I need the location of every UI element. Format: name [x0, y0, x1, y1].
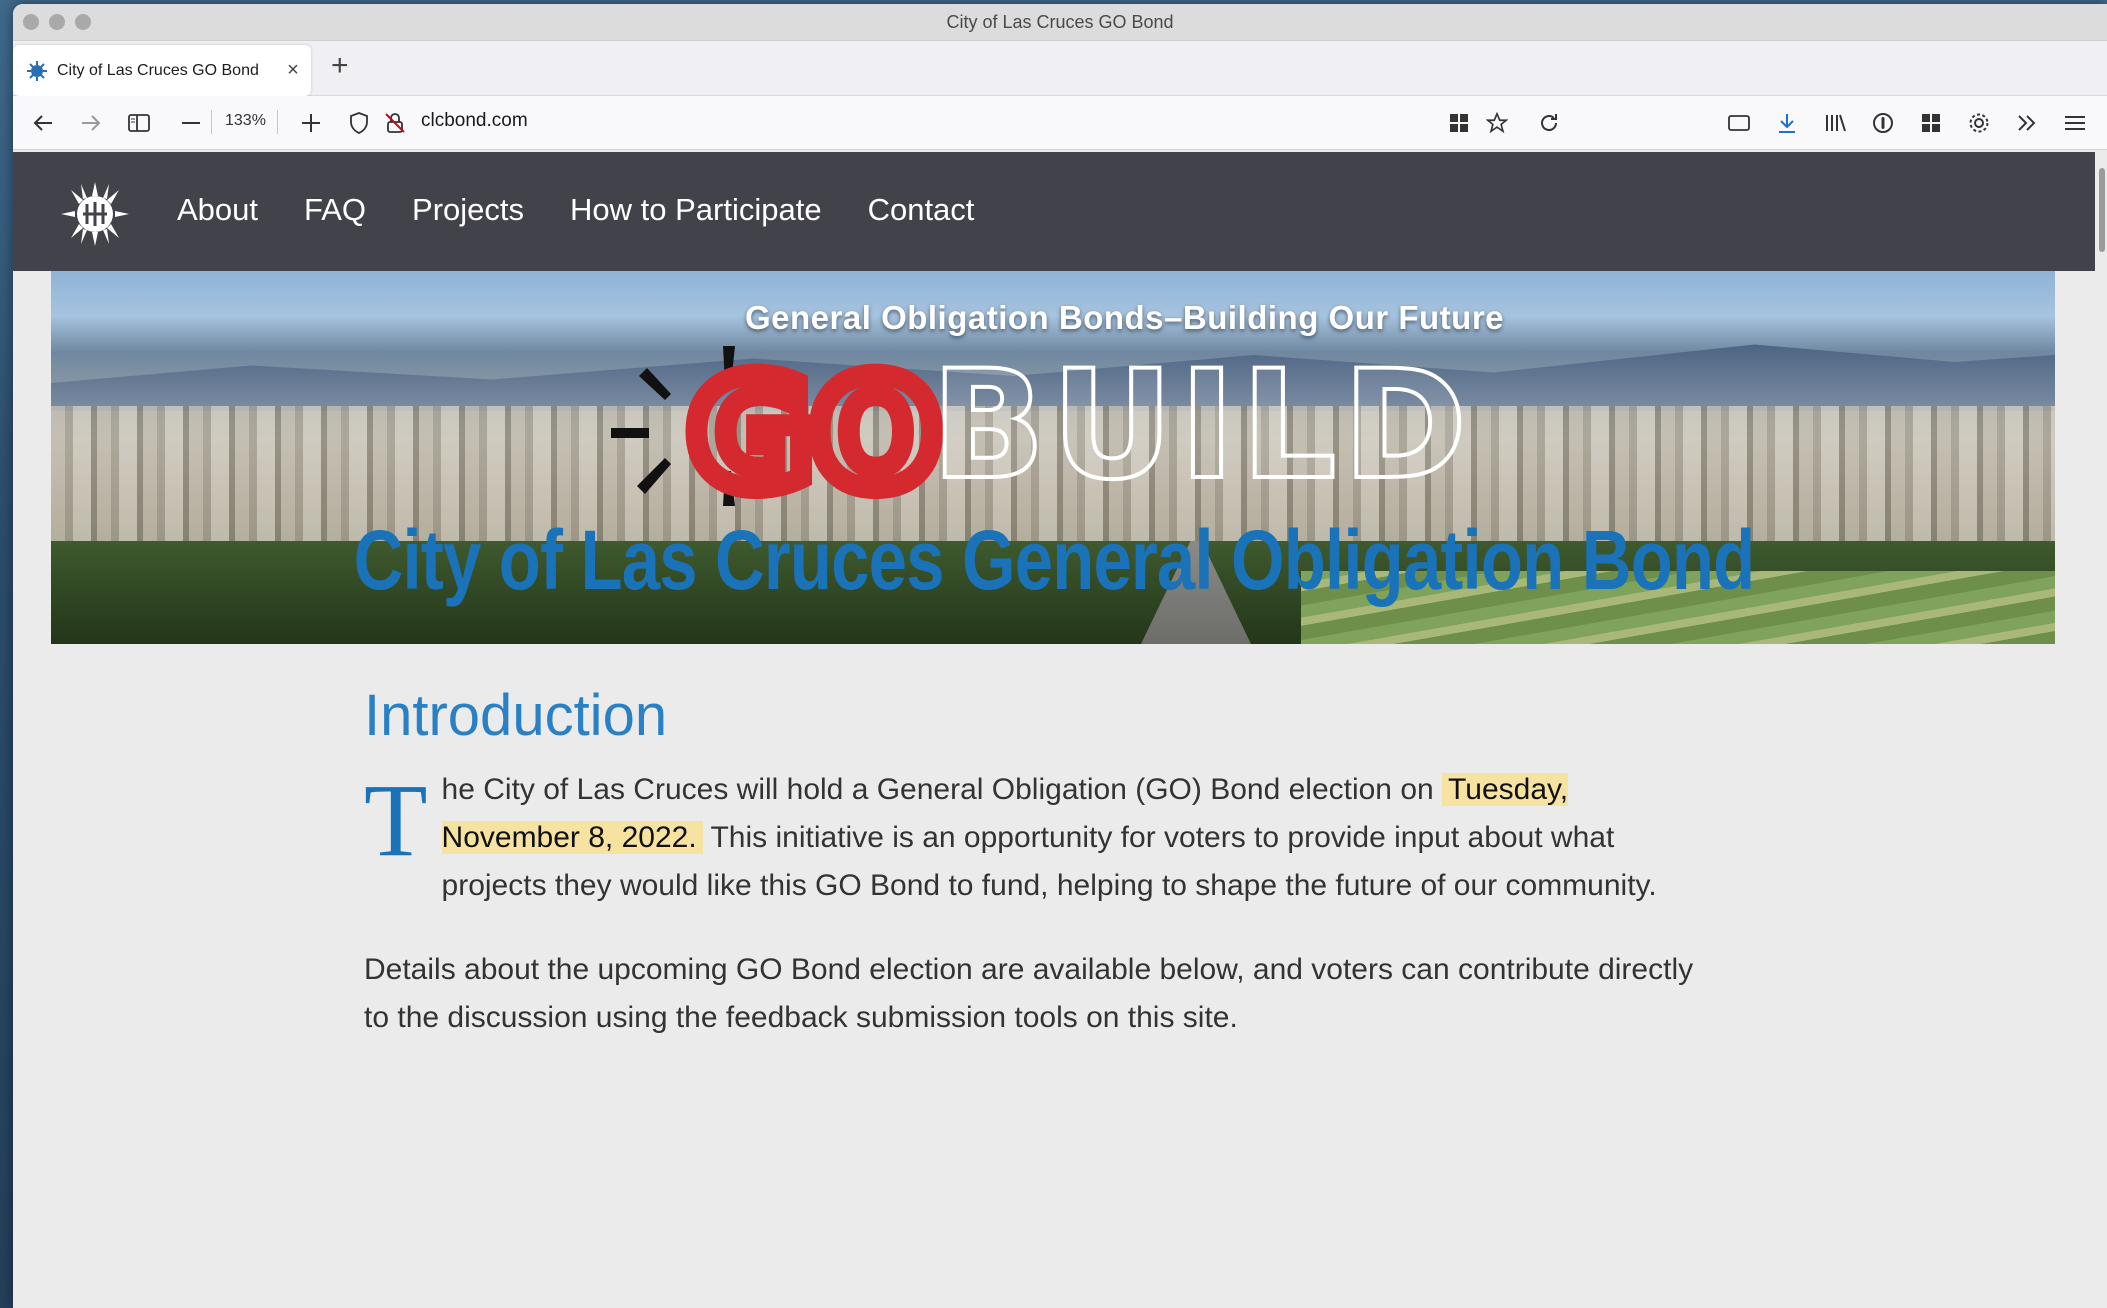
site-nav-links: About FAQ Projects How to Participate Co… [177, 192, 974, 228]
back-icon[interactable] [27, 107, 59, 139]
scrollbar-thumb[interactable] [2099, 168, 2105, 252]
nav-link-faq[interactable]: FAQ [304, 192, 366, 228]
overflow-chevron-icon[interactable] [2011, 107, 2043, 139]
go-logo-text: GO [689, 348, 940, 506]
tab-active[interactable]: City of Las Cruces GO Bond × [13, 45, 311, 96]
shield-icon[interactable] [343, 107, 375, 139]
city-sun-logo-icon[interactable] [61, 182, 129, 246]
site-navbar: About FAQ Projects How to Participate Co… [13, 152, 2095, 271]
nav-link-contact[interactable]: Contact [868, 192, 975, 228]
browser-window: City of Las Cruces GO Bond City of Las C… [13, 4, 2107, 1308]
tab-close-icon[interactable]: × [275, 59, 311, 82]
go-logo: GO [611, 346, 951, 506]
toolbar-divider [277, 110, 278, 134]
reader-view-icon[interactable] [1723, 107, 1755, 139]
zoom-level[interactable]: 133% [225, 112, 266, 130]
settings-gear-icon[interactable] [1963, 107, 1995, 139]
new-tab-button[interactable]: + [331, 51, 349, 81]
nav-toolbar: 133% clcbond.com [13, 96, 2107, 150]
intro-paragraph: The City of Las Cruces will hold a Gener… [364, 766, 1709, 910]
build-logo-text: BUILD [929, 339, 1474, 513]
zoom-out-icon[interactable] [175, 107, 207, 139]
tab-strip: City of Las Cruces GO Bond × + [13, 41, 2107, 96]
hero-subtitle: General Obligation Bonds–Building Our Fu… [745, 299, 1505, 336]
library-icon[interactable] [1819, 107, 1851, 139]
insecure-lock-icon[interactable] [379, 107, 411, 139]
title-bar: City of Las Cruces GO Bond [13, 4, 2107, 41]
tab-title: City of Las Cruces GO Bond [57, 61, 259, 79]
sidebar-icon[interactable] [123, 107, 155, 139]
forward-icon[interactable] [75, 107, 107, 139]
reload-icon[interactable] [1533, 107, 1565, 139]
password-manager-icon[interactable] [1867, 107, 1899, 139]
bookmark-star-icon[interactable] [1481, 107, 1513, 139]
url-field[interactable]: clcbond.com [421, 110, 528, 132]
extensions-grid-icon[interactable] [1915, 107, 1947, 139]
window-title: City of Las Cruces GO Bond [946, 12, 1174, 32]
zoom-in-icon[interactable] [295, 107, 327, 139]
drop-cap: T [364, 763, 428, 878]
hamburger-menu-icon[interactable] [2059, 107, 2091, 139]
intro-text-start: he City of Las Cruces will hold a Genera… [441, 773, 1443, 806]
intro-heading: Introduction [364, 683, 668, 748]
download-icon[interactable] [1771, 107, 1803, 139]
nav-link-about[interactable]: About [177, 192, 258, 228]
apps-grid-icon[interactable] [1443, 107, 1475, 139]
page-content: About FAQ Projects How to Participate Co… [13, 152, 2095, 1308]
page-scrollbar[interactable] [2095, 152, 2107, 1308]
details-paragraph: Details about the upcoming GO Bond elect… [364, 953, 1694, 1034]
toolbar-divider [211, 110, 212, 134]
nav-link-how-to-participate[interactable]: How to Participate [570, 192, 822, 228]
site-favicon-icon [27, 60, 47, 81]
page-title: City of Las Cruces General Obligation Bo… [353, 513, 1756, 607]
nav-link-projects[interactable]: Projects [412, 192, 524, 228]
